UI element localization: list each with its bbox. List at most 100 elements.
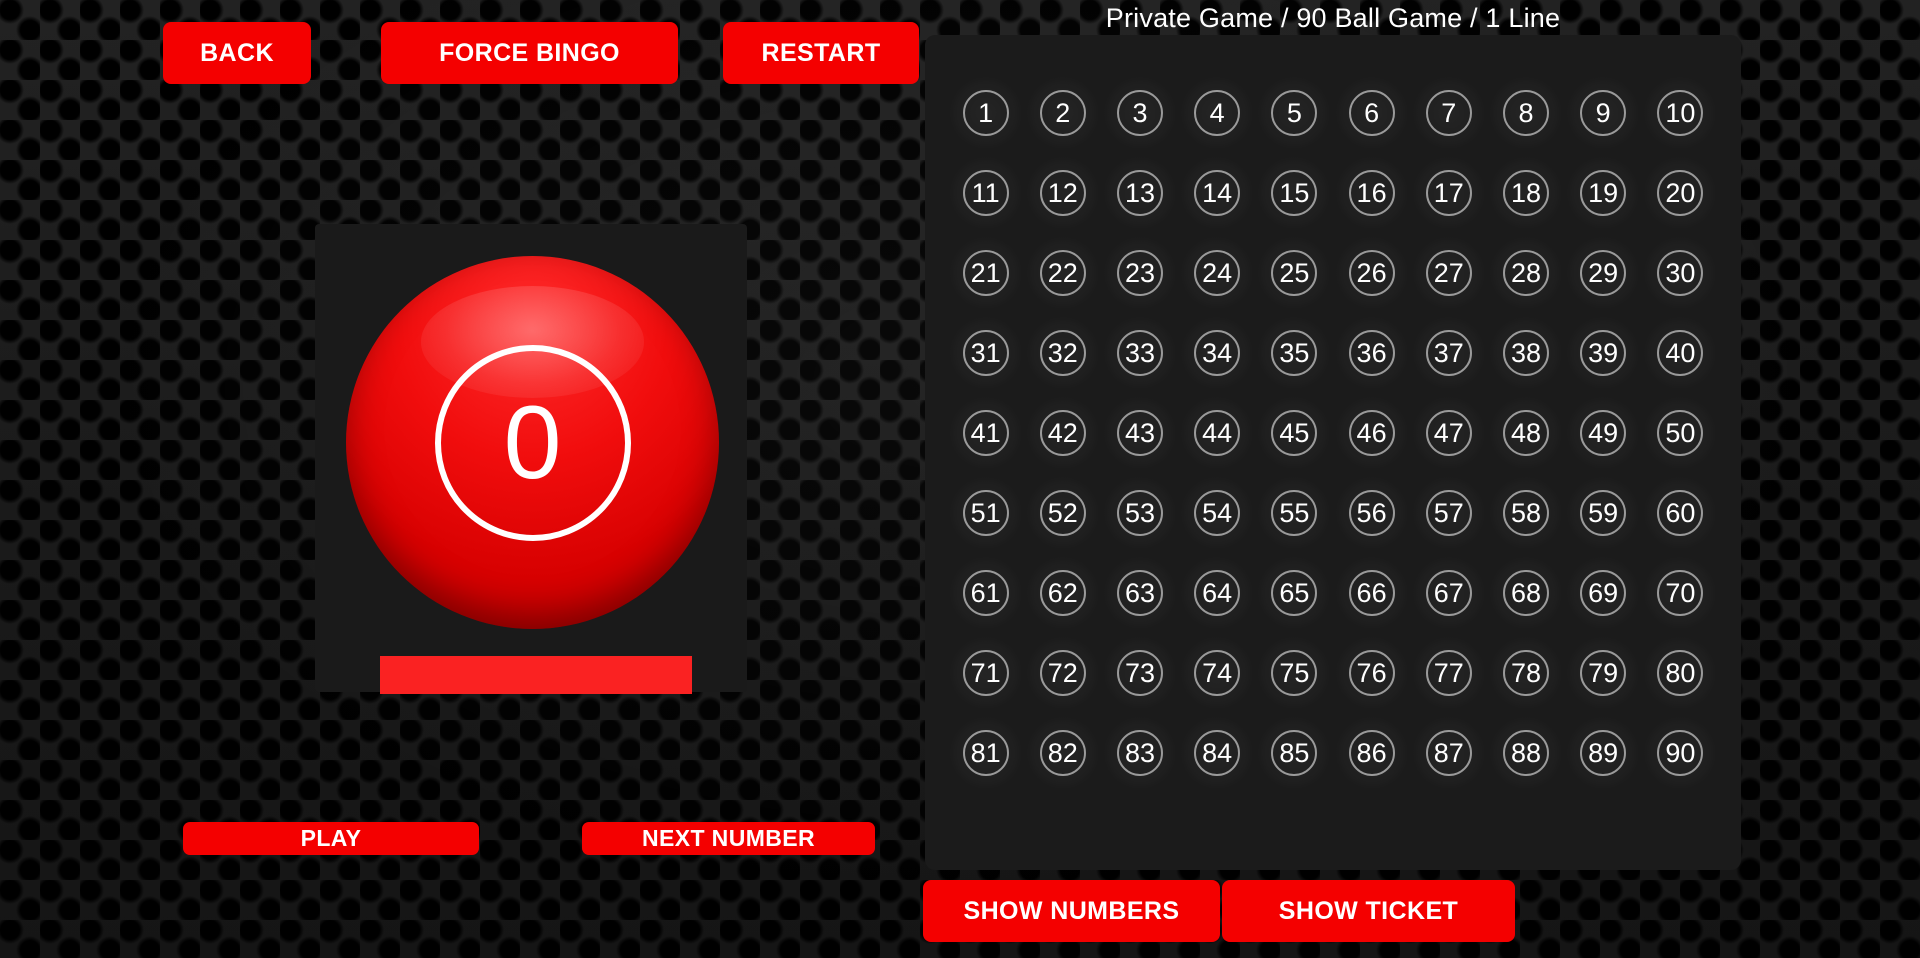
board-number[interactable]: 9	[1580, 90, 1627, 136]
board-number[interactable]: 81	[962, 730, 1009, 776]
board-number[interactable]: 17	[1425, 170, 1472, 216]
board-number[interactable]: 18	[1502, 170, 1549, 216]
board-number[interactable]: 22	[1039, 250, 1086, 296]
board-number[interactable]: 40	[1657, 330, 1704, 376]
board-number[interactable]: 46	[1348, 410, 1395, 456]
number-board-panel: 1 2 3 4 5 6 7 8 9 10 11 12 13 14 15 16 17 18 19 20 21 22 23 24 2…	[925, 35, 1741, 870]
board-number[interactable]: 78	[1502, 650, 1549, 696]
board-number[interactable]: 15	[1271, 170, 1318, 216]
number-cell: 85	[1256, 713, 1333, 793]
force-bingo-button[interactable]: FORCE BINGO	[381, 22, 678, 84]
board-number[interactable]: 2	[1039, 90, 1086, 136]
board-number[interactable]: 26	[1348, 250, 1395, 296]
board-number[interactable]: 39	[1580, 330, 1627, 376]
board-number[interactable]: 86	[1348, 730, 1395, 776]
board-number[interactable]: 35	[1271, 330, 1318, 376]
board-number[interactable]: 50	[1657, 410, 1704, 456]
board-number[interactable]: 59	[1580, 490, 1627, 536]
board-number[interactable]: 64	[1194, 570, 1241, 616]
board-number[interactable]: 88	[1502, 730, 1549, 776]
board-number[interactable]: 23	[1116, 250, 1163, 296]
board-number[interactable]: 56	[1348, 490, 1395, 536]
next-number-button[interactable]: NEXT NUMBER	[582, 822, 875, 855]
board-number[interactable]: 66	[1348, 570, 1395, 616]
board-number[interactable]: 38	[1502, 330, 1549, 376]
board-number[interactable]: 79	[1580, 650, 1627, 696]
board-number[interactable]: 85	[1271, 730, 1318, 776]
restart-button[interactable]: RESTART	[723, 22, 919, 84]
board-number[interactable]: 8	[1502, 90, 1549, 136]
board-number[interactable]: 72	[1039, 650, 1086, 696]
board-number[interactable]: 58	[1502, 490, 1549, 536]
board-number[interactable]: 82	[1039, 730, 1086, 776]
board-number[interactable]: 75	[1271, 650, 1318, 696]
board-number[interactable]: 28	[1502, 250, 1549, 296]
board-number[interactable]: 60	[1657, 490, 1704, 536]
number-cell: 65	[1256, 553, 1333, 633]
board-number[interactable]: 21	[962, 250, 1009, 296]
board-number[interactable]: 27	[1425, 250, 1472, 296]
board-number[interactable]: 65	[1271, 570, 1318, 616]
board-number[interactable]: 69	[1580, 570, 1627, 616]
board-number[interactable]: 48	[1502, 410, 1549, 456]
board-number[interactable]: 41	[962, 410, 1009, 456]
board-number[interactable]: 62	[1039, 570, 1086, 616]
board-number[interactable]: 71	[962, 650, 1009, 696]
board-number[interactable]: 5	[1271, 90, 1318, 136]
board-number[interactable]: 12	[1039, 170, 1086, 216]
board-number[interactable]: 6	[1348, 90, 1395, 136]
board-number[interactable]: 11	[962, 170, 1009, 216]
board-number[interactable]: 10	[1657, 90, 1704, 136]
board-number[interactable]: 31	[962, 330, 1009, 376]
board-number[interactable]: 53	[1116, 490, 1163, 536]
board-number[interactable]: 14	[1194, 170, 1241, 216]
board-number[interactable]: 76	[1348, 650, 1395, 696]
board-number[interactable]: 51	[962, 490, 1009, 536]
board-number[interactable]: 19	[1580, 170, 1627, 216]
board-number[interactable]: 25	[1271, 250, 1318, 296]
board-number[interactable]: 77	[1425, 650, 1472, 696]
board-number[interactable]: 68	[1502, 570, 1549, 616]
board-number[interactable]: 34	[1194, 330, 1241, 376]
board-number[interactable]: 80	[1657, 650, 1704, 696]
board-number[interactable]: 3	[1116, 90, 1163, 136]
board-number[interactable]: 47	[1425, 410, 1472, 456]
board-number[interactable]: 89	[1580, 730, 1627, 776]
board-number[interactable]: 20	[1657, 170, 1704, 216]
board-number[interactable]: 4	[1194, 90, 1241, 136]
board-number[interactable]: 61	[962, 570, 1009, 616]
board-number[interactable]: 67	[1425, 570, 1472, 616]
board-number[interactable]: 83	[1116, 730, 1163, 776]
board-number[interactable]: 16	[1348, 170, 1395, 216]
back-button[interactable]: BACK	[163, 22, 311, 84]
board-number[interactable]: 29	[1580, 250, 1627, 296]
board-number[interactable]: 45	[1271, 410, 1318, 456]
board-number[interactable]: 33	[1116, 330, 1163, 376]
board-number[interactable]: 74	[1194, 650, 1241, 696]
board-number[interactable]: 55	[1271, 490, 1318, 536]
board-number[interactable]: 24	[1194, 250, 1241, 296]
board-number[interactable]: 54	[1194, 490, 1241, 536]
board-number[interactable]: 52	[1039, 490, 1086, 536]
board-number[interactable]: 73	[1116, 650, 1163, 696]
board-number[interactable]: 37	[1425, 330, 1472, 376]
board-number[interactable]: 70	[1657, 570, 1704, 616]
board-number[interactable]: 63	[1116, 570, 1163, 616]
board-number[interactable]: 90	[1657, 730, 1704, 776]
board-number[interactable]: 44	[1194, 410, 1241, 456]
board-number[interactable]: 32	[1039, 330, 1086, 376]
board-number[interactable]: 87	[1425, 730, 1472, 776]
board-number[interactable]: 49	[1580, 410, 1627, 456]
show-ticket-button[interactable]: SHOW TICKET	[1222, 880, 1515, 942]
board-number[interactable]: 7	[1425, 90, 1472, 136]
board-number[interactable]: 84	[1194, 730, 1241, 776]
board-number[interactable]: 36	[1348, 330, 1395, 376]
board-number[interactable]: 1	[962, 90, 1009, 136]
board-number[interactable]: 30	[1657, 250, 1704, 296]
show-numbers-button[interactable]: SHOW NUMBERS	[923, 880, 1220, 942]
board-number[interactable]: 13	[1116, 170, 1163, 216]
board-number[interactable]: 43	[1116, 410, 1163, 456]
play-button[interactable]: PLAY	[183, 822, 479, 855]
board-number[interactable]: 57	[1425, 490, 1472, 536]
board-number[interactable]: 42	[1039, 410, 1086, 456]
